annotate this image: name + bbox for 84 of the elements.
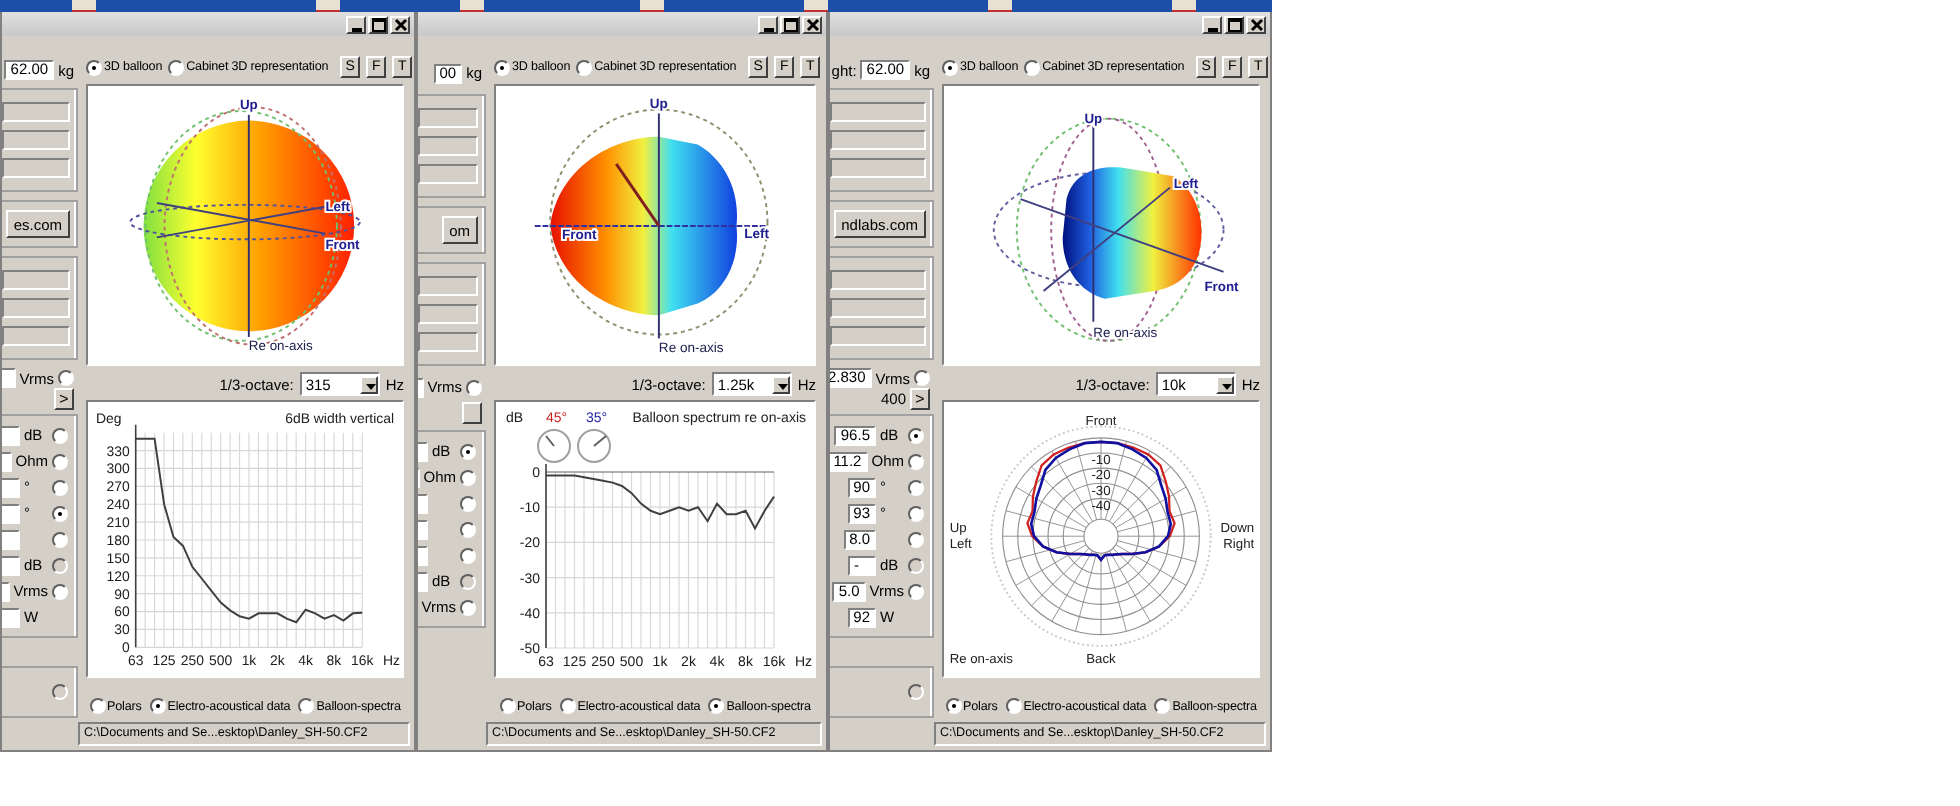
radio-button[interactable] [499,698,516,715]
input-field[interactable] [418,136,478,156]
radio-button[interactable] [149,698,166,715]
input-field[interactable] [830,326,926,346]
radio-button[interactable] [298,698,315,715]
input-field[interactable] [2,158,70,178]
radio-button[interactable] [908,427,924,443]
radio-button[interactable] [168,59,185,76]
minimize-button[interactable] [346,15,366,33]
radio-button[interactable] [52,505,68,521]
close-icon [805,17,819,31]
radio-button[interactable] [52,531,68,547]
radio-button[interactable] [559,698,576,715]
radio-button[interactable] [708,698,725,715]
gauge-icon [576,428,610,463]
maximize-button[interactable] [1224,15,1244,33]
desktop-icon[interactable] [316,0,340,12]
minimize-button[interactable] [1202,15,1222,33]
radio-button[interactable] [52,583,68,599]
radio-button[interactable] [576,59,593,76]
radio-button[interactable] [52,453,68,469]
input-field[interactable] [2,270,70,290]
radio-button[interactable] [908,531,924,547]
desktop-icon[interactable] [72,0,96,12]
radio-button[interactable] [460,495,476,511]
radio-button[interactable] [908,583,924,599]
desktop-icon[interactable] [804,0,828,12]
radio-button[interactable] [460,547,476,563]
input-field[interactable] [830,130,926,150]
desktop-icon[interactable] [460,0,484,12]
input-field[interactable] [830,270,926,290]
next-button[interactable]: > [910,388,930,410]
input-field[interactable] [2,130,70,150]
caret-icon [771,375,790,394]
close-button[interactable] [390,15,410,33]
close-button[interactable] [802,15,822,33]
radio-button[interactable] [466,379,482,395]
input-field[interactable] [830,102,926,122]
input-field[interactable] [2,298,70,318]
input-field[interactable] [418,108,478,128]
desktop-icon[interactable] [988,0,1012,12]
radio-button[interactable] [460,599,476,615]
input-field[interactable] [830,298,926,318]
radio-button[interactable] [52,427,68,443]
radio-button[interactable] [942,59,958,76]
next-button[interactable] [462,402,482,424]
radio-button[interactable] [1024,59,1041,76]
maximize-button[interactable] [368,15,388,33]
input-field[interactable] [2,326,70,346]
radio-button[interactable] [460,469,476,485]
caret-icon [359,375,378,394]
close-icon [1249,17,1263,31]
radio-button[interactable] [52,479,68,495]
maximize-icon [1227,17,1241,31]
radio-button[interactable] [908,453,924,469]
radio-button[interactable] [58,370,74,386]
minimize-button[interactable] [758,15,778,33]
radio-button[interactable] [1154,698,1171,715]
radio-button[interactable] [86,59,102,76]
maximize-button[interactable] [780,15,800,33]
input-field[interactable] [418,332,478,352]
close-button[interactable] [1246,15,1266,33]
maximize-icon [783,17,797,31]
radio-button[interactable] [1005,698,1022,715]
input-field[interactable] [830,158,926,178]
input-field[interactable] [418,304,478,324]
radio-button[interactable] [460,443,476,459]
desktop-icon[interactable] [640,0,664,12]
radio-button[interactable] [945,698,962,715]
caret-icon [1215,375,1234,394]
gauge-icon [536,428,570,463]
radio-button[interactable] [89,698,106,715]
radio-button[interactable] [914,370,930,386]
input-field[interactable] [418,164,478,184]
close-icon [393,17,407,31]
radio-button[interactable] [460,521,476,537]
input-field[interactable] [2,102,70,122]
desktop-icon[interactable] [1172,0,1196,12]
maximize-icon [371,17,385,31]
input-field[interactable] [418,276,478,296]
next-button[interactable]: > [54,388,74,410]
radio-button[interactable] [494,59,510,76]
radio-button[interactable] [908,505,924,521]
radio-button[interactable] [908,479,924,495]
